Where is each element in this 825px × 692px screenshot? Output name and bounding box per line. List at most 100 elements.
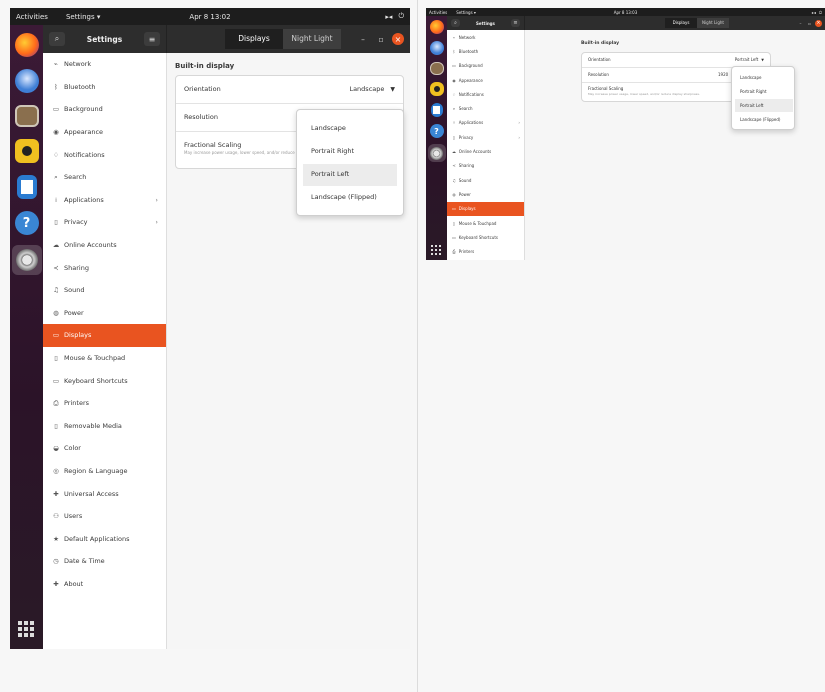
sidebar-item-label: Appearance <box>458 77 483 83</box>
clock[interactable]: Apr 8 13:03 <box>614 10 638 15</box>
sidebar-item-sound[interactable]: ♫ Sound <box>43 279 166 302</box>
tab-displays[interactable]: Displays <box>225 29 283 49</box>
orientation-option-portrait-left[interactable]: Portrait Left <box>303 164 397 186</box>
sidebar-item-power[interactable]: ◍ Power <box>447 187 524 201</box>
sidebar-item-online-accounts[interactable]: ☁ Online Accounts <box>447 144 524 158</box>
sidebar-item-online-accounts[interactable]: ☁ Online Accounts <box>43 234 166 257</box>
app-menu[interactable]: Settings ▾ <box>66 13 100 21</box>
thunderbird-icon[interactable] <box>14 69 39 93</box>
rhythmbox-icon[interactable] <box>14 139 39 163</box>
sidebar-item-search[interactable]: ⌕ Search <box>447 101 524 115</box>
sidebar-item-sharing[interactable]: ≺ Sharing <box>43 256 166 279</box>
sidebar-icon: ≺ <box>53 263 59 272</box>
orientation-value[interactable]: Landscape ▼ <box>349 85 395 93</box>
minimize-button[interactable]: – <box>797 21 804 26</box>
files-icon[interactable] <box>14 105 39 127</box>
sidebar-item-label: Privacy <box>458 134 474 140</box>
system-tray[interactable]: ▸◂ ⏻ <box>812 10 822 15</box>
sidebar-item-background[interactable]: ▭ Background <box>447 59 524 73</box>
menu-button[interactable]: ≡ <box>511 19 520 27</box>
sidebar-item-about[interactable]: ✚ About <box>43 573 166 596</box>
sidebar-item-label: Sharing <box>64 263 89 272</box>
sidebar-item-appearance[interactable]: ◉ Appearance <box>43 121 166 144</box>
files-icon[interactable] <box>429 62 444 75</box>
sidebar-icon: ♢ <box>53 150 59 159</box>
clock[interactable]: Apr 8 13:02 <box>189 13 230 21</box>
sidebar-item-region-and-language[interactable]: ◎ Region & Language <box>43 460 166 483</box>
orientation-option-landscape[interactable]: Landscape <box>732 71 794 84</box>
tab-displays[interactable]: Displays <box>665 18 697 28</box>
firefox-icon[interactable] <box>429 20 444 34</box>
orientation-option-landscape[interactable]: Landscape <box>297 118 403 140</box>
sidebar-item-displays[interactable]: ▭ Displays <box>447 201 524 216</box>
sidebar-item-privacy[interactable]: ▯ Privacy › <box>43 211 166 234</box>
minimize-button[interactable]: – <box>356 35 370 44</box>
orientation-option-portrait-left[interactable]: Portrait Left <box>735 99 793 112</box>
sidebar-icon: ᛒ <box>54 82 58 91</box>
sidebar-item-color[interactable]: ◒ Color <box>43 437 166 460</box>
settings-dock-item[interactable] <box>11 245 42 275</box>
sidebar-item-applications[interactable]: ⁞ Applications › <box>43 189 166 212</box>
sidebar-item-removable-media[interactable]: ▯ Removable Media <box>43 415 166 438</box>
tab-night-light[interactable]: Night Light <box>697 18 729 28</box>
sidebar-item-notifications[interactable]: ♢ Notifications <box>43 143 166 166</box>
firefox-icon[interactable] <box>14 33 39 57</box>
sidebar-item-printers[interactable]: ⎙ Printers <box>43 392 166 415</box>
orientation-row[interactable]: Orientation Landscape ▼ <box>176 76 403 104</box>
resolution-value[interactable]: 1920 <box>718 72 728 77</box>
sidebar-item-keyboard-shortcuts[interactable]: ▭ Keyboard Shortcuts <box>447 230 524 244</box>
menu-button[interactable]: ≡ <box>144 32 160 46</box>
help-icon[interactable]: ? <box>429 124 444 138</box>
orientation-option-portrait-right[interactable]: Portrait Right <box>732 85 794 98</box>
orientation-option-landscape-flipped[interactable]: Landscape (Flipped) <box>732 113 794 126</box>
sidebar-icon: ▯ <box>54 354 58 363</box>
orientation-option-landscape-flipped[interactable]: Landscape (Flipped) <box>297 187 403 209</box>
libreoffice-writer-icon[interactable] <box>430 103 443 117</box>
settings-dock-item[interactable] <box>427 144 446 162</box>
app-menu[interactable]: Settings ▾ <box>456 10 476 15</box>
sidebar-item-default-applications[interactable]: ★ Default Applications <box>43 527 166 550</box>
search-button[interactable]: ⌕ <box>451 19 460 27</box>
sidebar-item-network[interactable]: ⌁ Network <box>447 30 524 44</box>
sidebar-item-search[interactable]: ⌕ Search <box>43 166 166 189</box>
sidebar-item-mouse-and-touchpad[interactable]: ▯ Mouse & Touchpad <box>447 216 524 230</box>
rhythmbox-icon[interactable] <box>429 82 444 96</box>
search-button[interactable]: ⌕ <box>49 32 65 46</box>
orientation-value[interactable]: Portrait Left ▼ <box>735 57 764 62</box>
activities-button[interactable]: Activities <box>16 13 48 21</box>
sidebar-item-background[interactable]: ▭ Background <box>43 98 166 121</box>
sidebar-icon: ⎙ <box>452 249 456 255</box>
sidebar-item-users[interactable]: ⚇ Users <box>43 505 166 528</box>
maximize-button[interactable]: ▫ <box>374 35 388 44</box>
libreoffice-writer-icon[interactable] <box>16 175 37 199</box>
sidebar-item-privacy[interactable]: ▯ Privacy › <box>447 130 524 144</box>
tab-night-light[interactable]: Night Light <box>283 29 341 49</box>
maximize-button[interactable]: ▫ <box>806 21 813 26</box>
sidebar-item-sharing[interactable]: ≺ Sharing <box>447 159 524 173</box>
sidebar-item-notifications[interactable]: ♢ Notifications <box>447 87 524 101</box>
close-button[interactable]: × <box>815 19 822 27</box>
sidebar-item-date-and-time[interactable]: ◷ Date & Time <box>43 550 166 573</box>
apps-grid-icon[interactable] <box>18 621 34 637</box>
sidebar-item-displays[interactable]: ▭ Displays <box>43 324 166 347</box>
sidebar-item-bluetooth[interactable]: ᛒ Bluetooth <box>43 76 166 99</box>
sidebar-item-universal-access[interactable]: ✚ Universal Access <box>43 482 166 505</box>
sidebar-icon: ◍ <box>452 191 456 197</box>
sidebar-item-applications[interactable]: ⁞ Applications › <box>447 116 524 130</box>
sidebar-item-printers[interactable]: ⎙ Printers <box>447 244 524 258</box>
apps-grid-icon[interactable] <box>431 245 441 255</box>
close-button[interactable]: × <box>392 33 404 45</box>
sidebar-item-bluetooth[interactable]: ᛒ Bluetooth <box>447 44 524 58</box>
sidebar-item-mouse-and-touchpad[interactable]: ▯ Mouse & Touchpad <box>43 347 166 370</box>
sidebar-item-keyboard-shortcuts[interactable]: ▭ Keyboard Shortcuts <box>43 369 166 392</box>
chevron-right-icon: › <box>155 218 158 227</box>
sidebar-item-network[interactable]: ⌁ Network <box>43 53 166 76</box>
orientation-option-portrait-right[interactable]: Portrait Right <box>297 141 403 163</box>
system-tray[interactable]: ▸◂ ⏻ <box>385 12 404 21</box>
sidebar-item-appearance[interactable]: ◉ Appearance <box>447 73 524 87</box>
sidebar-item-power[interactable]: ◍ Power <box>43 302 166 325</box>
thunderbird-icon[interactable] <box>429 41 444 55</box>
activities-button[interactable]: Activities <box>429 10 447 15</box>
help-icon[interactable]: ? <box>14 211 39 235</box>
sidebar-item-sound[interactable]: ♫ Sound <box>447 173 524 187</box>
